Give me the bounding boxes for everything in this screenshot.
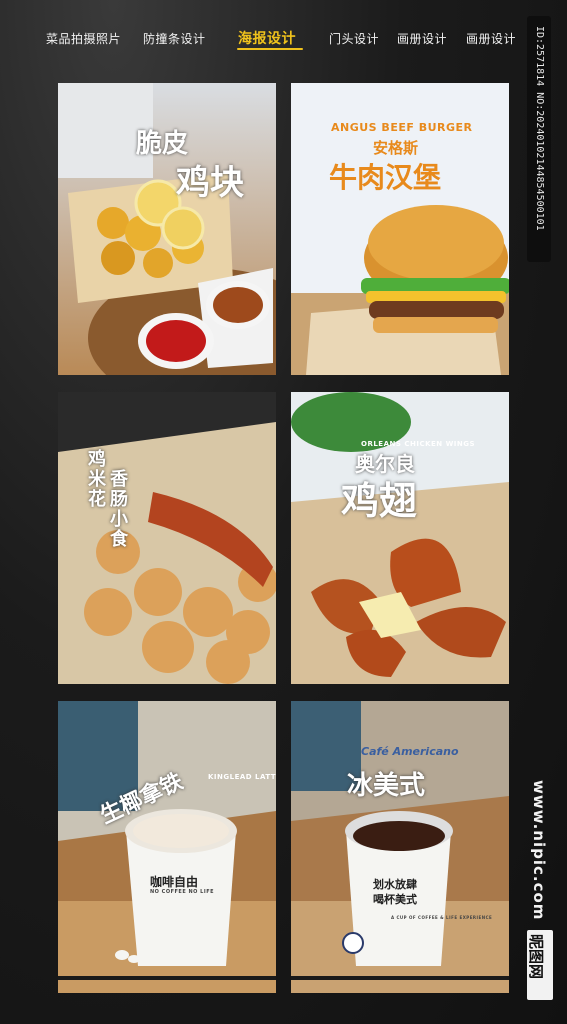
watermark-id-strip: ID:2571814 NO:20240102144854500101 bbox=[527, 16, 551, 262]
poster-chicken-wings[interactable]: ORLEANS CHICKEN WINGS 奥尔良 鸡翅 bbox=[291, 392, 509, 684]
poster-iced-americano-cup-text-2: 喝杯美式 bbox=[373, 893, 417, 906]
poster-crispy-chicken-title-2: 鸡块 bbox=[176, 163, 244, 203]
poster-beef-burger-subtitle-cn: 安格斯 bbox=[373, 139, 419, 157]
poster-chicken-wings-photo bbox=[291, 392, 509, 684]
nav-item-poster-design[interactable]: 海报设计 bbox=[238, 28, 296, 48]
poster-iced-americano-title: 冰美式 bbox=[347, 771, 426, 801]
nav-item-brochure-2[interactable]: 画册设计 bbox=[466, 30, 516, 47]
nav-active-underline bbox=[237, 48, 303, 50]
poster-popcorn-chicken-title-col1: 鸡米花 bbox=[88, 449, 106, 510]
poster-iced-americano-cup-text-1: 划水放肆 bbox=[373, 878, 417, 891]
poster-coconut-latte[interactable]: 生椰拿铁 KINGLEAD LATTE 咖啡自由 NO COFFEE NO LI… bbox=[58, 701, 276, 993]
watermark-logo-box: 昵图网 bbox=[527, 930, 553, 1000]
poster-chicken-wings-subtitle-en: ORLEANS CHICKEN WINGS bbox=[361, 440, 476, 448]
poster-iced-americano-cup-sub: A CUP OF COFFEE & LIFE EXPERIENCE bbox=[391, 915, 493, 920]
poster-popcorn-chicken[interactable]: 鸡米花 香肠小食 bbox=[58, 392, 276, 684]
category-nav: 菜品拍摄照片 防撞条设计 海报设计 门头设计 画册设计 画册设计 bbox=[0, 26, 567, 56]
nav-item-dish-photos[interactable]: 菜品拍摄照片 bbox=[46, 30, 121, 47]
poster-coconut-latte-subtitle-en: KINGLEAD LATTE bbox=[208, 773, 276, 781]
poster-coconut-latte-cup-text: 咖啡自由 bbox=[150, 875, 199, 889]
poster-beef-burger[interactable]: ANGUS BEEF BURGER 安格斯 牛肉汉堡 bbox=[291, 83, 509, 375]
watermark-id-text: ID:2571814 NO:20240102144854500101 bbox=[534, 26, 545, 231]
nav-item-bumper-strip[interactable]: 防撞条设计 bbox=[143, 30, 206, 47]
poster-chicken-wings-title-2: 鸡翅 bbox=[341, 479, 418, 523]
poster-iced-americano-subtitle-en: Café Americano bbox=[361, 745, 459, 758]
watermark-logo-text: 昵图网 bbox=[527, 934, 545, 980]
nav-item-storefront[interactable]: 门头设计 bbox=[329, 30, 379, 47]
poster-crispy-chicken[interactable]: 脆皮 鸡块 bbox=[58, 83, 276, 375]
poster-coconut-latte-photo bbox=[58, 701, 276, 993]
watermark-site-url: www.nipic.com bbox=[530, 780, 548, 921]
poster-beef-burger-subtitle-en: ANGUS BEEF BURGER bbox=[331, 121, 473, 134]
poster-beef-burger-title: 牛肉汉堡 bbox=[329, 161, 442, 194]
poster-popcorn-chicken-title-col2: 香肠小食 bbox=[110, 469, 128, 550]
poster-iced-americano[interactable]: Café Americano 冰美式 划水放肆 喝杯美式 A CUP OF CO… bbox=[291, 701, 509, 993]
poster-coconut-latte-cup-sub: NO COFFEE NO LIFE bbox=[150, 889, 215, 895]
poster-popcorn-chicken-photo bbox=[58, 392, 276, 684]
nav-item-brochure-1[interactable]: 画册设计 bbox=[397, 30, 447, 47]
